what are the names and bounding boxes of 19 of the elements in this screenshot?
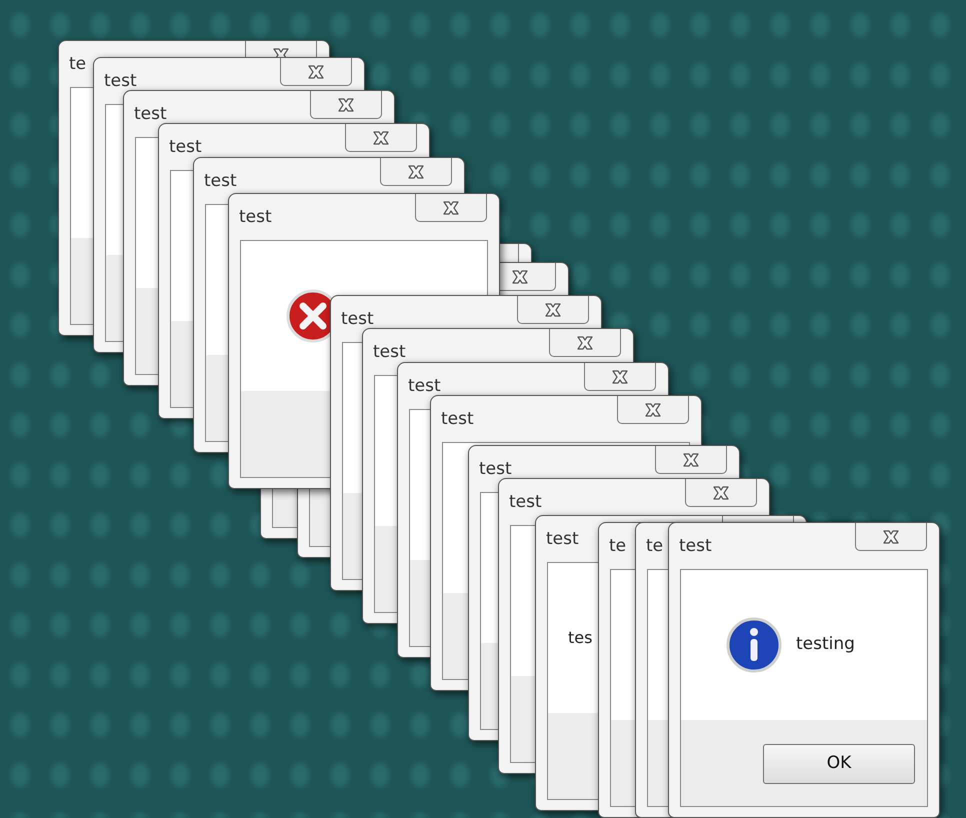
window-title: test — [408, 375, 441, 397]
window-title: te — [69, 53, 86, 75]
window-title: test — [104, 70, 137, 92]
window-title: test — [546, 528, 579, 550]
window-title: te — [646, 535, 664, 557]
window-title: test — [341, 308, 374, 330]
window-title: test — [134, 103, 167, 125]
window-title: test — [204, 170, 237, 192]
ok-button[interactable]: OK — [763, 744, 915, 784]
window-title: test — [169, 136, 202, 158]
window-title: test — [479, 458, 512, 480]
message-text: testing — [796, 633, 855, 656]
window-title: te — [609, 535, 626, 557]
window-title: test — [373, 341, 406, 363]
window-title: test — [239, 206, 272, 228]
message-text: tes — [568, 627, 592, 649]
window-title: test — [509, 491, 542, 513]
window-title: test — [441, 408, 474, 430]
window-title: test — [679, 535, 712, 557]
